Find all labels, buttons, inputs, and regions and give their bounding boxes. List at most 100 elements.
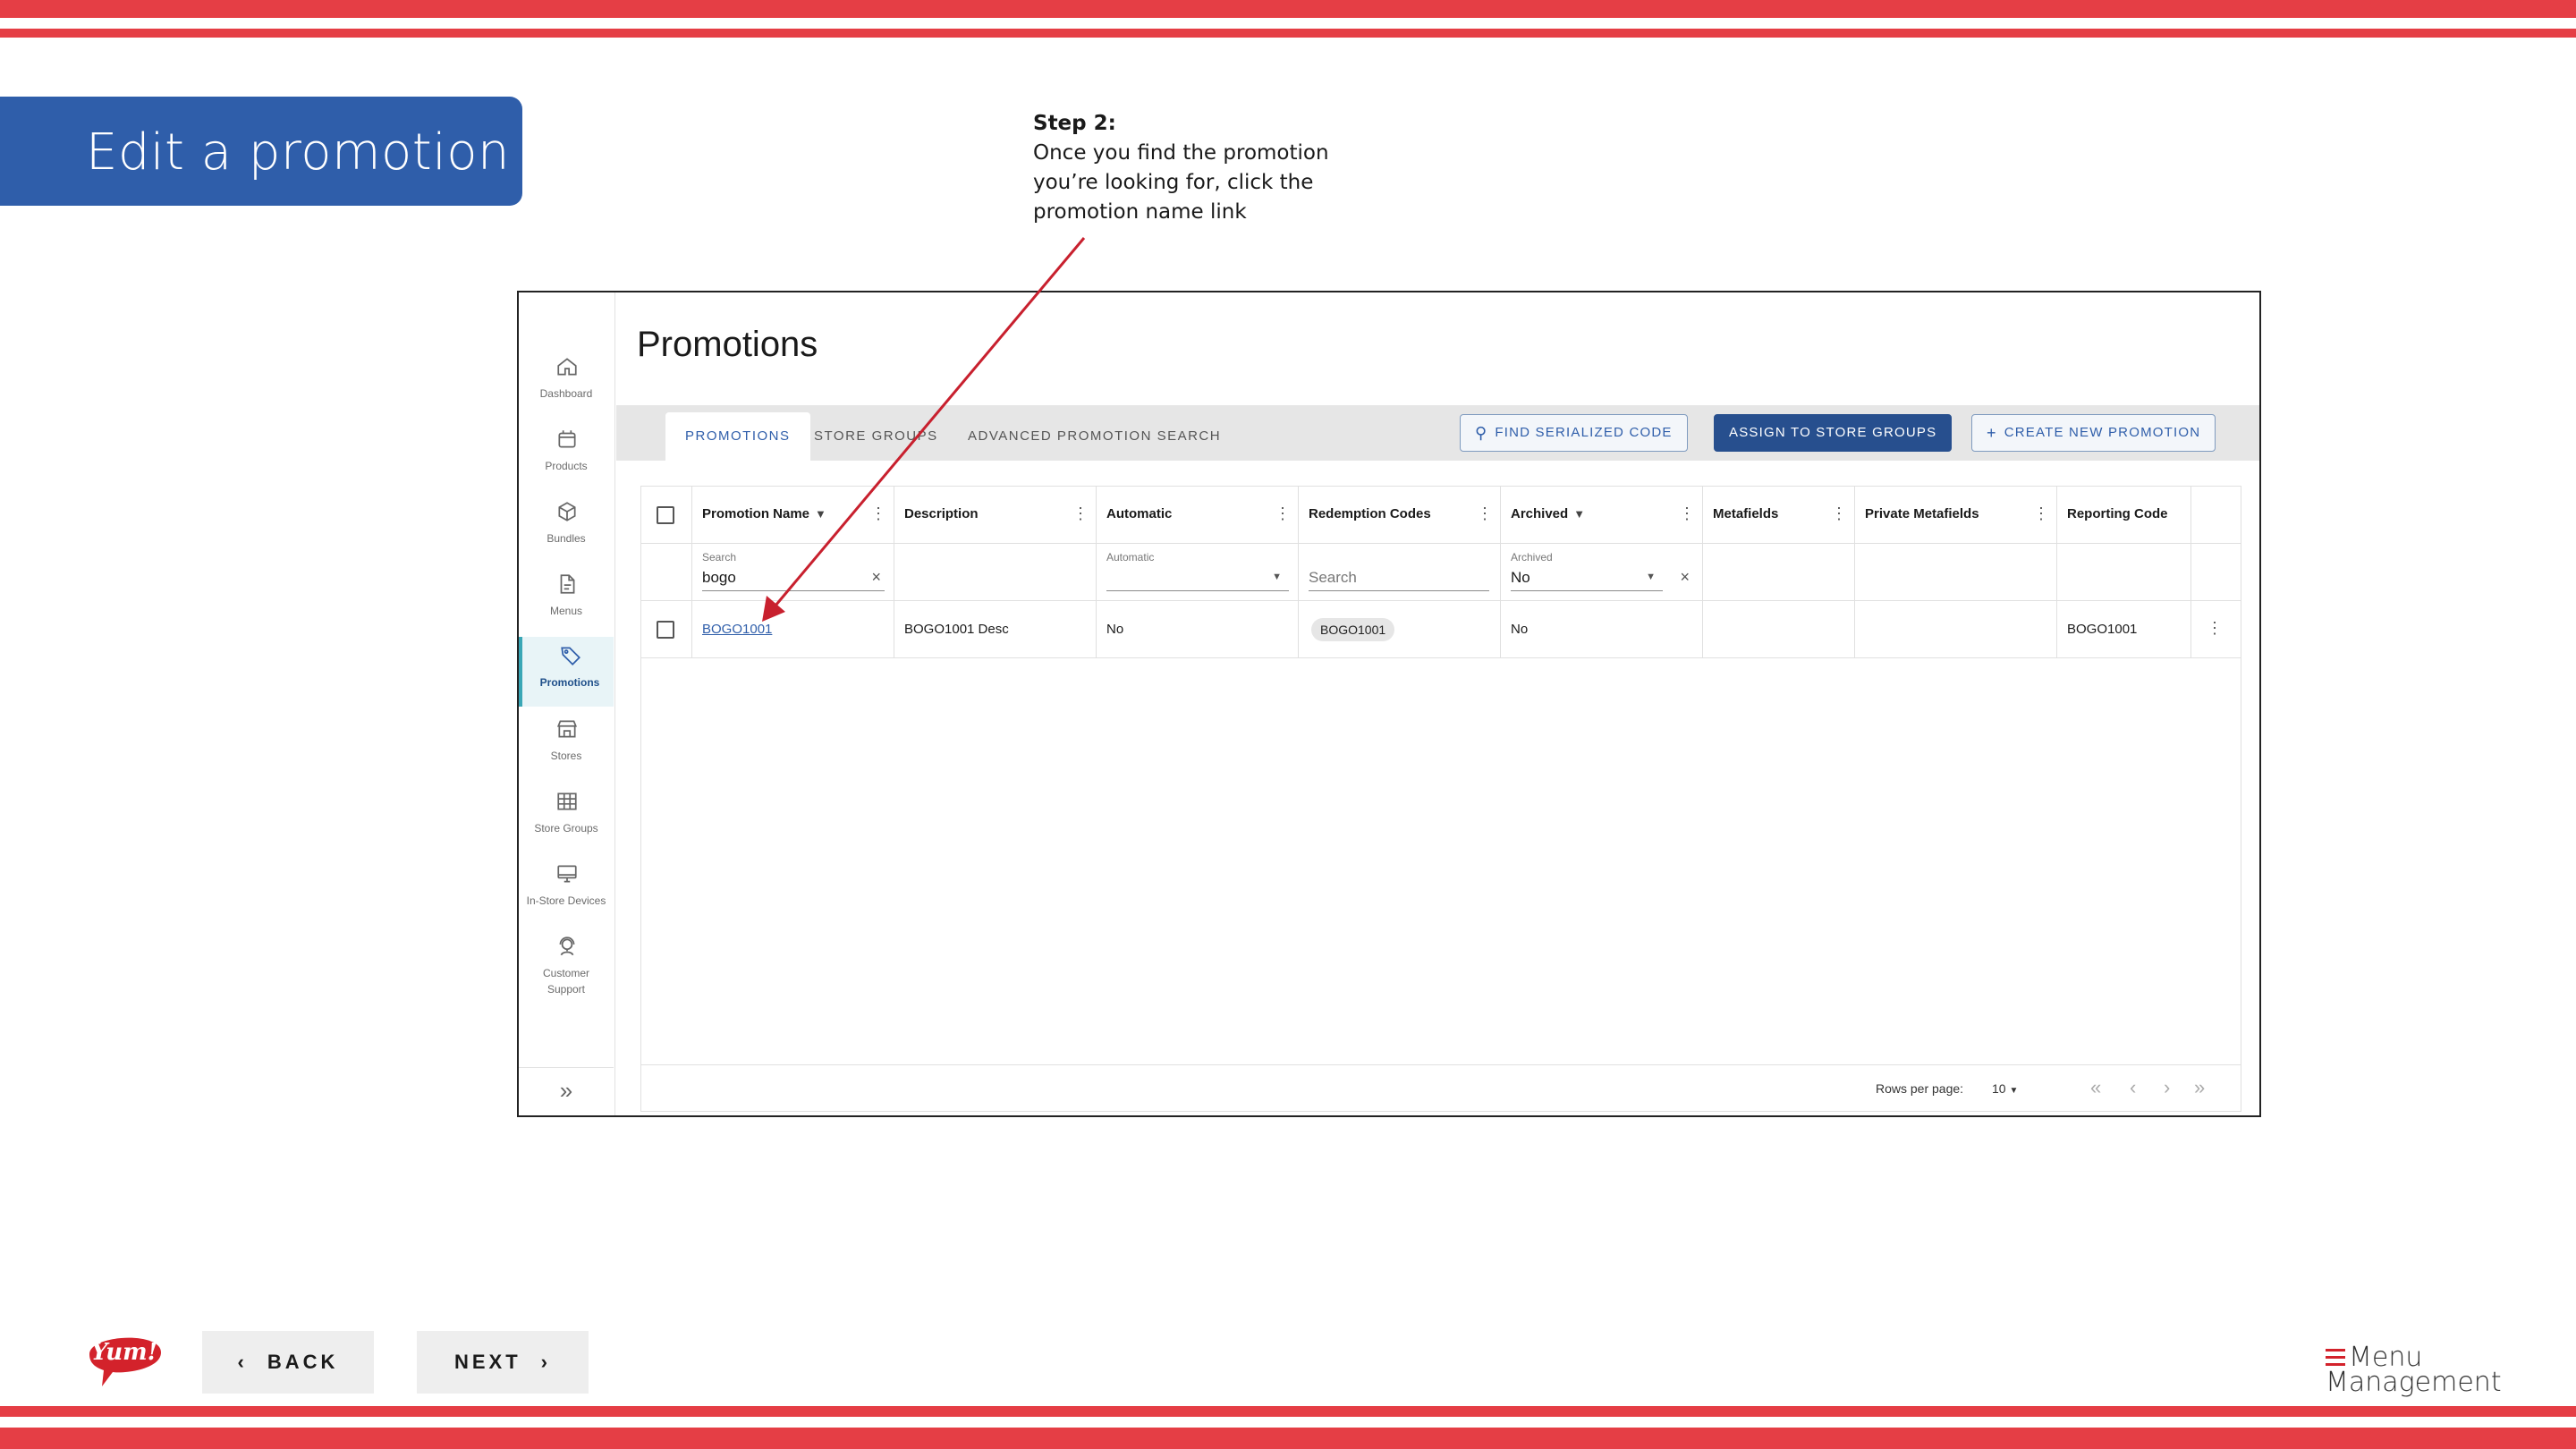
name-search-field[interactable]: Search bogo × bbox=[692, 544, 894, 601]
table-row: BOGO1001 BOGO1001 Desc No BOGO1001 No BO… bbox=[641, 601, 2241, 658]
column-header-automatic[interactable]: Automatic ⋮ bbox=[1097, 487, 1299, 544]
automatic-select[interactable]: Automatic ▼ bbox=[1097, 544, 1299, 601]
redemption-search-field[interactable]: Search bbox=[1299, 544, 1501, 601]
caret-down-icon: ▼ bbox=[2009, 1086, 2019, 1096]
back-button[interactable]: ‹ BACK bbox=[202, 1331, 374, 1394]
bottom-stripe-1 bbox=[0, 1406, 2576, 1417]
tab-store-groups[interactable]: STORE GROUPS bbox=[794, 412, 958, 461]
page-title: Promotions bbox=[637, 325, 818, 364]
sidebar-item-stores[interactable]: Stores bbox=[519, 710, 614, 780]
column-header-redemption-codes[interactable]: Redemption Codes ⋮ bbox=[1299, 487, 1501, 544]
app-window: Dashboard Products Bundles Menus Promoti… bbox=[517, 291, 2261, 1117]
next-button[interactable]: NEXT › bbox=[417, 1331, 589, 1394]
column-menu-icon[interactable]: ⋮ bbox=[1477, 504, 1493, 522]
column-menu-icon[interactable]: ⋮ bbox=[2033, 504, 2049, 522]
column-menu-icon[interactable]: ⋮ bbox=[1072, 504, 1089, 522]
tab-promotions[interactable]: PROMOTIONS bbox=[665, 412, 810, 461]
sidebar-item-label: Products bbox=[545, 460, 588, 472]
find-serialized-code-label: FIND SERIALIZED CODE bbox=[1495, 425, 1673, 440]
first-page-icon[interactable]: « bbox=[2090, 1076, 2101, 1099]
filter-icon[interactable]: ▼ bbox=[1573, 507, 1585, 521]
column-header-archived[interactable]: Archived ▼ ⋮ bbox=[1501, 487, 1703, 544]
callout: Step 2: Once you find the promotion you’… bbox=[1033, 109, 1373, 227]
tag-icon bbox=[561, 647, 580, 665]
sidebar-item-bundles[interactable]: Bundles bbox=[519, 493, 614, 563]
find-serialized-code-button[interactable]: ⚲ FIND SERIALIZED CODE bbox=[1460, 414, 1688, 452]
headset-icon bbox=[559, 936, 575, 956]
last-page-icon[interactable]: » bbox=[2194, 1076, 2205, 1099]
slide-title: Edit a promotion bbox=[86, 123, 511, 182]
header-label: Promotion Name bbox=[702, 506, 810, 521]
rows-per-page-select[interactable]: 10 ▼ bbox=[1992, 1081, 2018, 1096]
sidebar-item-menus[interactable]: Menus bbox=[519, 565, 614, 635]
sidebar-item-label: In-Store Devices bbox=[526, 894, 606, 907]
sidebar-item-label: Stores bbox=[550, 750, 582, 762]
reporting-code-cell: BOGO1001 bbox=[2067, 622, 2138, 637]
description-cell: BOGO1001 Desc bbox=[904, 622, 1009, 637]
archived-select[interactable]: Archived No ▼ × bbox=[1501, 544, 1703, 601]
caret-down-icon: ▼ bbox=[1646, 572, 1656, 582]
sidebar-item-in-store-devices[interactable]: In-Store Devices bbox=[519, 855, 614, 925]
header-label: Archived bbox=[1511, 506, 1569, 521]
next-label: NEXT bbox=[453, 1351, 521, 1373]
sidebar-item-label: Store Groups bbox=[534, 822, 598, 835]
chevron-right-icon: › bbox=[540, 1351, 551, 1373]
sidebar-item-promotions[interactable]: Promotions bbox=[519, 637, 614, 707]
promotions-table: Promotion Name ▼ ⋮ Description ⋮ Automati… bbox=[640, 486, 2241, 1112]
rows-per-page-label: Rows per page: bbox=[1876, 1081, 1964, 1096]
brand-line-2: Management bbox=[2326, 1367, 2502, 1398]
tab-advanced-promotion-search[interactable]: ADVANCED PROMOTION SEARCH bbox=[948, 412, 1241, 461]
header-label: Description bbox=[904, 506, 979, 521]
field-label: Automatic bbox=[1106, 551, 1155, 564]
column-menu-icon[interactable]: ⋮ bbox=[1679, 504, 1695, 522]
column-menu-icon[interactable]: ⋮ bbox=[1831, 504, 1847, 522]
filter-icon[interactable]: ▼ bbox=[815, 507, 826, 521]
column-header-private-metafields[interactable]: Private Metafields ⋮ bbox=[1855, 487, 2057, 544]
top-stripe-2 bbox=[0, 29, 2576, 38]
callout-text: Once you find the promotion you’re looki… bbox=[1033, 141, 1329, 224]
redemption-code-chip: BOGO1001 bbox=[1311, 618, 1395, 641]
column-header-description[interactable]: Description ⋮ bbox=[894, 487, 1097, 544]
select-all-checkbox[interactable] bbox=[657, 506, 674, 524]
row-actions-icon[interactable]: ⋮ bbox=[2207, 619, 2223, 637]
column-menu-icon[interactable]: ⋮ bbox=[1275, 504, 1291, 522]
top-stripe-1 bbox=[0, 0, 2576, 18]
store-icon bbox=[556, 720, 578, 738]
name-search-input[interactable]: bogo bbox=[702, 569, 736, 587]
sidebar: Dashboard Products Bundles Menus Promoti… bbox=[519, 292, 615, 1115]
chevron-left-icon: ‹ bbox=[237, 1351, 248, 1373]
previous-page-icon[interactable]: ‹ bbox=[2130, 1076, 2136, 1099]
archived-cell: No bbox=[1511, 622, 1529, 637]
table-header-row: Promotion Name ▼ ⋮ Description ⋮ Automati… bbox=[641, 487, 2241, 544]
column-header-promotion-name[interactable]: Promotion Name ▼ ⋮ bbox=[692, 487, 894, 544]
column-header-metafields[interactable]: Metafields ⋮ bbox=[1703, 487, 1855, 544]
search-icon: ⚲ bbox=[1475, 424, 1488, 443]
archived-value: No bbox=[1511, 569, 1530, 586]
promotion-name-link[interactable]: BOGO1001 bbox=[702, 622, 772, 637]
automatic-cell: No bbox=[1106, 622, 1124, 637]
header-label: Metafields bbox=[1713, 506, 1779, 521]
header-label: Private Metafields bbox=[1865, 506, 1979, 521]
clear-icon[interactable]: × bbox=[1680, 568, 1690, 587]
sidebar-item-customer-support[interactable]: Customer Support bbox=[519, 928, 614, 1010]
sidebar-item-store-groups[interactable]: Store Groups bbox=[519, 783, 614, 852]
assign-label: ASSIGN TO STORE GROUPS bbox=[1729, 425, 1937, 440]
sidebar-item-products[interactable]: Products bbox=[519, 420, 614, 490]
column-menu-icon[interactable]: ⋮ bbox=[870, 504, 886, 522]
box-icon bbox=[558, 430, 576, 448]
plus-icon: + bbox=[1987, 424, 1997, 443]
sidebar-item-dashboard[interactable]: Dashboard bbox=[519, 348, 614, 418]
row-checkbox[interactable] bbox=[657, 621, 674, 639]
create-new-promotion-button[interactable]: + CREATE NEW PROMOTION bbox=[1971, 414, 2216, 452]
field-label: Archived bbox=[1511, 551, 1553, 564]
header-label: Reporting Code bbox=[2067, 506, 2168, 521]
sidebar-item-label: Customer Support bbox=[542, 967, 589, 996]
menu-bars-icon bbox=[2326, 1349, 2345, 1366]
clear-icon[interactable]: × bbox=[871, 568, 881, 587]
redemption-search-input[interactable]: Search bbox=[1309, 569, 1357, 587]
column-header-reporting-code[interactable]: Reporting Code bbox=[2057, 487, 2191, 544]
assign-to-store-groups-button[interactable]: ASSIGN TO STORE GROUPS bbox=[1714, 414, 1953, 452]
expand-sidebar-button[interactable]: » bbox=[519, 1067, 614, 1115]
next-page-icon[interactable]: › bbox=[2164, 1076, 2170, 1099]
cube-icon bbox=[558, 502, 576, 521]
